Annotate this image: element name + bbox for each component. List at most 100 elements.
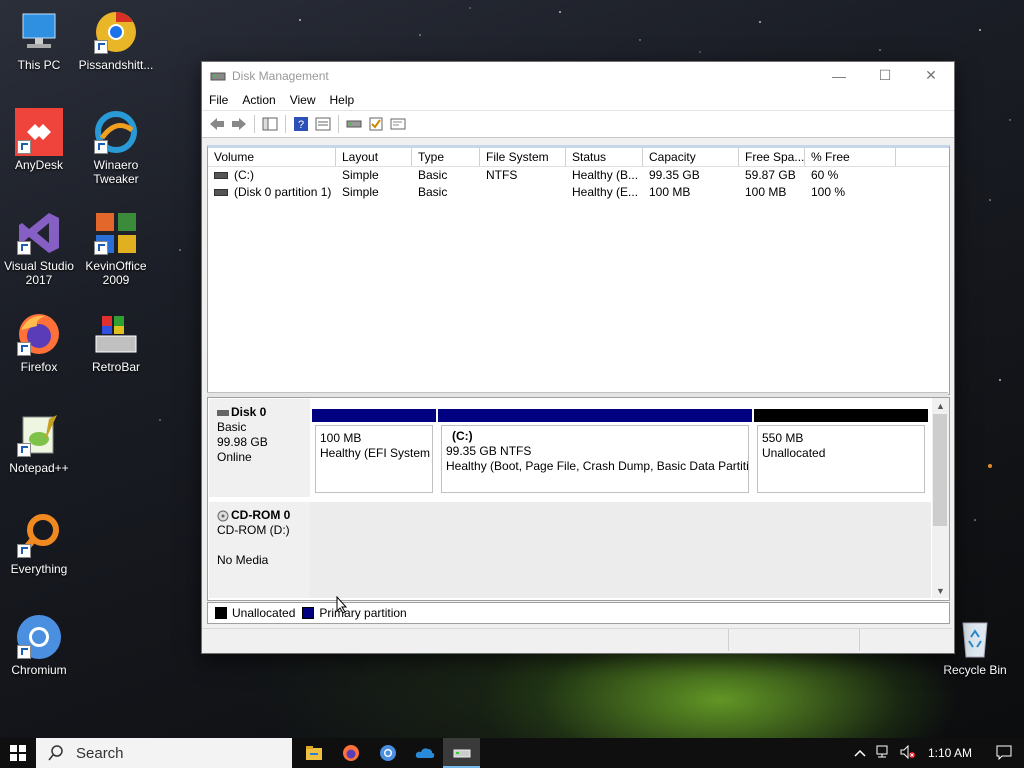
partition-c[interactable]: (C:) 99.35 GB NTFS Healthy (Boot, Page F… [438,409,752,496]
minimize-button[interactable]: — [816,62,862,89]
disk-0-label[interactable]: Disk 0 Basic 99.98 GB Online [209,399,310,497]
toolbar-separator [254,115,255,133]
settings-button[interactable] [387,113,409,135]
table-row[interactable]: (Disk 0 partition 1) Simple Basic Health… [208,184,949,201]
legend-label-unallocated: Unallocated [232,606,296,620]
close-button[interactable]: ✕ [908,62,954,89]
column-header-layout[interactable]: Layout [336,148,412,166]
chevron-up-icon [854,749,866,757]
cell-status: Healthy (B... [572,168,639,182]
legend-label-primary: Primary partition [319,606,407,620]
toolbar-separator [338,115,339,133]
cell-layout: Simple [342,168,379,182]
cell-percent-free: 60 % [811,168,839,182]
desktop-icon-retrobar[interactable]: RetroBar [78,310,154,374]
partition-size: 99.35 GB NTFS [446,444,532,458]
scrollbar-thumb[interactable] [933,414,947,526]
start-button[interactable] [0,738,36,768]
column-header-free-space[interactable]: Free Spa... [739,148,805,166]
help-button[interactable]: ? [290,113,312,135]
back-arrow-icon [210,118,224,130]
cell-type: Basic [418,168,448,182]
partition-name: (C:) [452,429,473,443]
legend-swatch-unallocated [215,607,227,619]
cd-icon [217,510,229,522]
taskbar-onedrive[interactable] [406,738,443,768]
desktop-icon-anydesk[interactable]: AnyDesk [1,108,77,172]
drive-icon [346,120,362,128]
taskbar-disk-management[interactable] [443,738,480,768]
forward-button[interactable] [228,113,250,135]
recycle-bin-icon [962,622,988,658]
status-cell [729,629,860,651]
status-cell [860,629,950,651]
volume-muted-icon [900,744,915,759]
disk-map-scrollbar[interactable]: ▲ ▼ [932,398,949,598]
desktop-icon-visual-studio[interactable]: Visual Studio 2017 [1,209,77,287]
column-header-file-system[interactable]: File System [480,148,566,166]
menu-file[interactable]: File [202,93,235,107]
desktop-icon-pissandshitt[interactable]: Pissandshitt... [78,8,154,72]
settings-list-icon [390,118,406,130]
network-icon [876,745,888,757]
desktop-icon-this-pc[interactable]: This PC [1,8,77,72]
onedrive-icon [415,748,434,758]
taskbar-chromium[interactable] [369,738,406,768]
disk-map[interactable]: Disk 0 Basic 99.98 GB Online 100 MB Heal… [207,397,950,601]
desktop-icon-notepadpp[interactable]: Notepad++ [1,411,77,475]
volume-list-header: Volume Layout Type File System Status Ca… [208,148,949,167]
disk-name: Disk 0 [231,405,267,419]
show-hidden-icons-button[interactable] [848,746,872,760]
partition-size: 100 MB [320,431,362,445]
column-header-status[interactable]: Status [566,148,643,166]
column-header-volume[interactable]: Volume [208,148,336,166]
volume-list[interactable]: Volume Layout Type File System Status Ca… [207,145,950,395]
menu-help[interactable]: Help [323,93,362,107]
status-bar [202,628,952,653]
windows-logo-icon [10,745,26,761]
disk-management-window[interactable]: Disk Management — ☐ ✕ File Action View H… [201,61,955,654]
taskbar-clock[interactable]: 1:10 AM [928,746,972,760]
table-row[interactable]: (C:) Simple Basic NTFS Healthy (B... 99.… [208,167,949,184]
partition-unallocated[interactable]: 550 MB Unallocated [754,409,928,496]
legend-swatch-primary [302,607,315,619]
back-button[interactable] [206,113,228,135]
cell-free-space: 100 MB [745,185,787,199]
column-header-percent-free[interactable]: % Free [805,148,896,166]
column-header-capacity[interactable]: Capacity [643,148,739,166]
desktop-icon-kevinoffice[interactable]: KevinOffice 2009 [78,209,154,287]
computer-icon [22,13,56,48]
menu-view[interactable]: View [283,93,323,107]
cdrom-0-row[interactable]: CD-ROM 0 CD-ROM (D:) No Media [209,502,931,598]
menu-action[interactable]: Action [235,93,282,107]
cdrom-0-label[interactable]: CD-ROM 0 CD-ROM (D:) No Media [209,502,310,598]
scroll-up-button[interactable]: ▲ [932,398,949,413]
taskbar-search-box[interactable]: Search [36,738,292,768]
maximize-button[interactable]: ☐ [862,62,908,89]
connect-button[interactable] [343,113,365,135]
network-button[interactable] [872,745,896,762]
partition-bar-primary [312,409,436,422]
title-bar[interactable]: Disk Management — ☐ ✕ [202,62,954,89]
show-hide-console-tree-button[interactable] [259,113,281,135]
partition-efi[interactable]: 100 MB Healthy (EFI System Partition) [312,409,436,496]
svg-text:?: ? [298,119,304,131]
taskbar-firefox[interactable] [332,738,369,768]
desktop-icon-firefox[interactable]: Firefox [1,310,77,374]
check-button[interactable] [365,113,387,135]
volume-button[interactable] [896,744,920,762]
action-center-button[interactable] [984,744,1024,763]
taskbar-file-explorer[interactable] [295,738,332,768]
cdrom-type: CD-ROM (D:) [217,523,290,537]
scroll-down-button[interactable]: ▼ [932,583,949,598]
status-cell [202,629,729,651]
cell-layout: Simple [342,185,379,199]
partition-bar-unallocated [754,409,928,422]
desktop-icon-everything[interactable]: Everything [1,512,77,576]
desktop-icon-winaero-tweaker[interactable]: Winaero Tweaker [78,108,154,186]
cell-type: Basic [418,185,448,199]
properties-button[interactable] [312,113,334,135]
column-header-type[interactable]: Type [412,148,480,166]
desktop-icon-chromium[interactable]: Chromium [1,613,77,677]
cell-capacity: 99.35 GB [649,168,700,182]
